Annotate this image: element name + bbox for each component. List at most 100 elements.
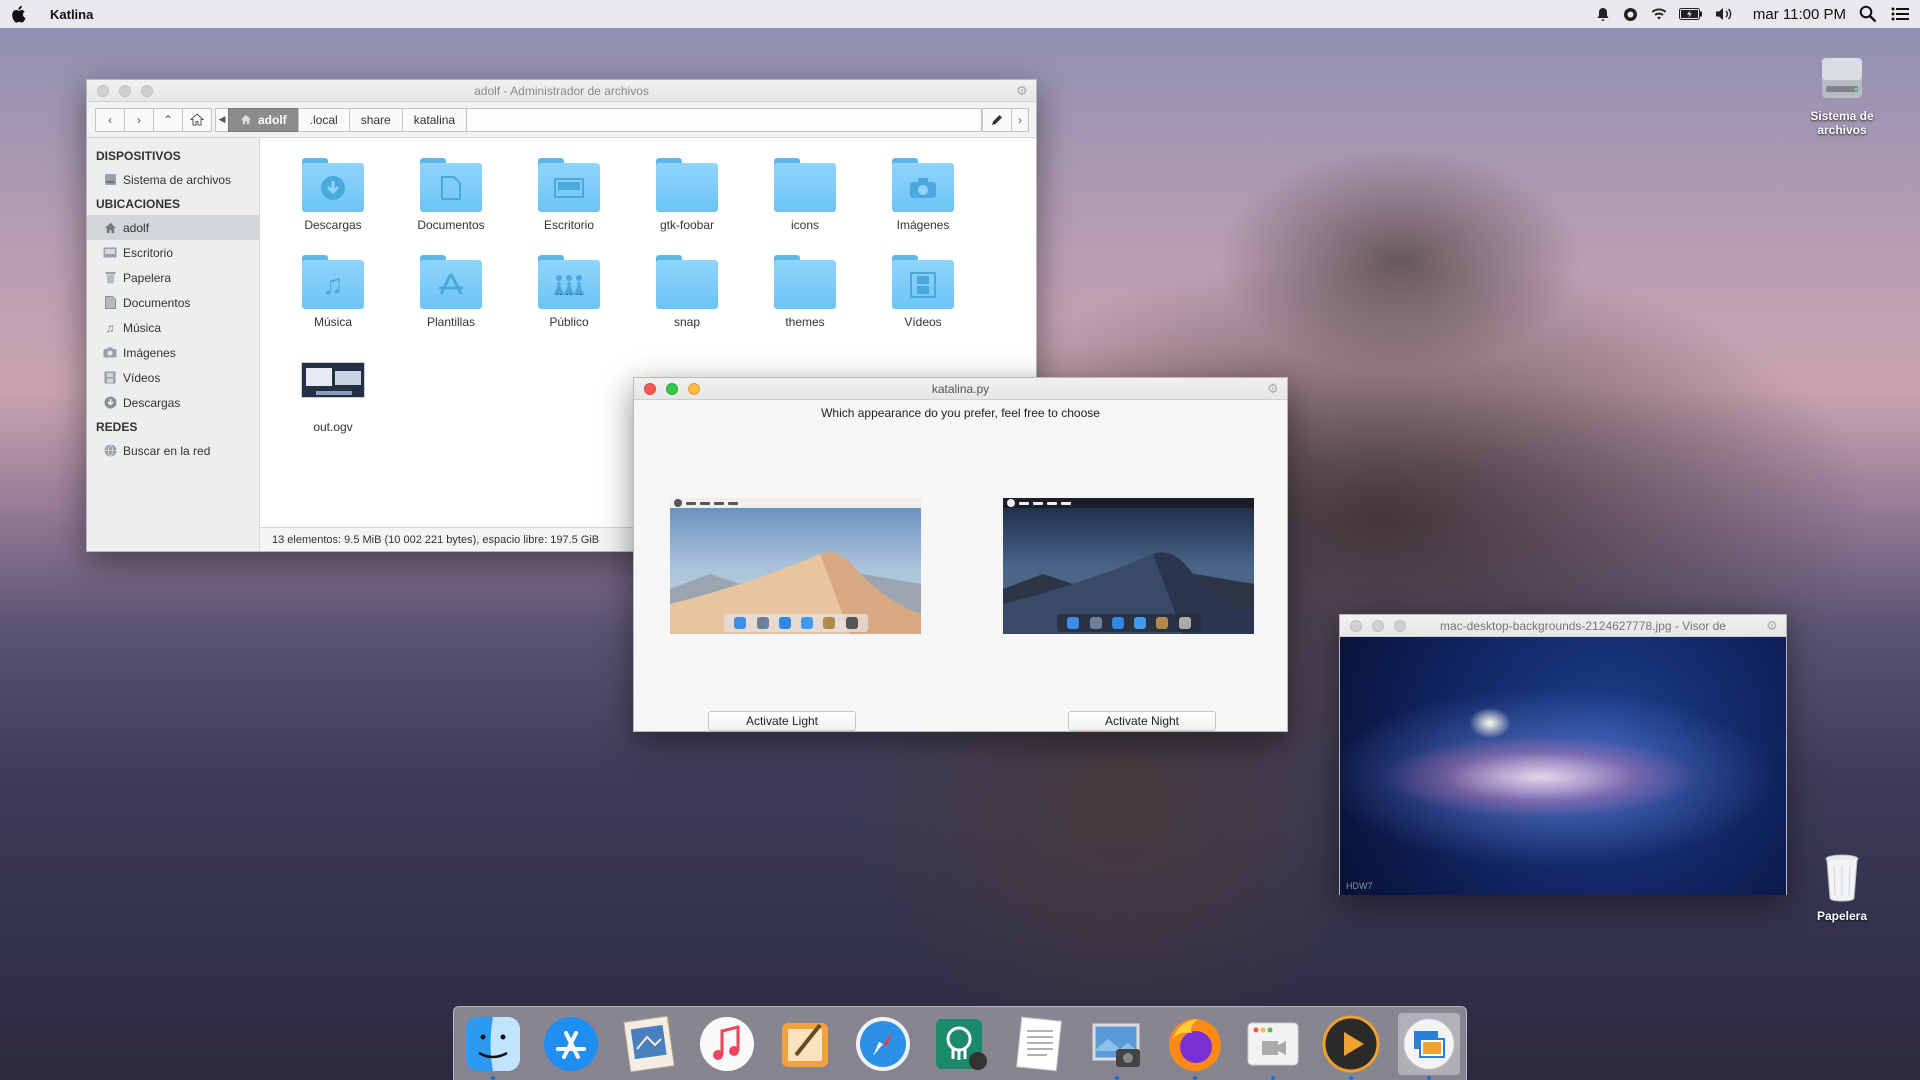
dock-image-viewer[interactable]: [1398, 1012, 1460, 1080]
home-button[interactable]: [182, 107, 212, 132]
file-item-documentos[interactable]: Documentos: [392, 154, 510, 251]
minimize-button[interactable]: [1372, 620, 1384, 632]
document-icon: [103, 296, 117, 310]
wifi-icon[interactable]: [1651, 6, 1667, 22]
file-item-gtk-foobar[interactable]: gtk-foobar: [628, 154, 746, 251]
file-item-escritorio[interactable]: Escritorio: [510, 154, 628, 251]
folder-icon: [892, 158, 954, 212]
file-item-videos[interactable]: Vídeos: [864, 251, 982, 348]
dock-image-capture[interactable]: [1086, 1013, 1148, 1080]
minimize-button[interactable]: [119, 85, 131, 97]
record-icon[interactable]: [1623, 6, 1639, 22]
breadcrumb-local[interactable]: .local: [297, 107, 350, 132]
list-icon[interactable]: [1890, 6, 1910, 22]
activate-light-button[interactable]: Activate Light: [708, 711, 856, 731]
sidebar-item-descargas[interactable]: Descargas: [87, 390, 259, 415]
sidebar-heading-locations: UBICACIONES: [96, 197, 181, 211]
sidebar: DISPOSITIVOS Sistema de archivos UBICACI…: [87, 138, 260, 551]
home-icon: [190, 113, 204, 126]
activate-night-button[interactable]: Activate Night: [1068, 711, 1216, 731]
gear-icon[interactable]: ⚙: [1016, 84, 1030, 98]
night-theme-preview[interactable]: [1003, 498, 1254, 634]
sidebar-item-adolf[interactable]: adolf: [87, 215, 259, 240]
app-name[interactable]: Katlina: [50, 7, 93, 22]
clock[interactable]: mar 11:00 PM: [1753, 6, 1846, 23]
light-theme-preview[interactable]: [670, 498, 921, 634]
dock-app-store[interactable]: [540, 1013, 602, 1075]
sidebar-item-videos[interactable]: Vídeos: [87, 365, 259, 390]
close-button[interactable]: [644, 383, 656, 395]
video-thumbnail: [301, 362, 365, 398]
breadcrumb-share[interactable]: share: [348, 107, 403, 132]
breadcrumb-adolf[interactable]: adolf: [228, 107, 299, 132]
close-button[interactable]: [1350, 620, 1362, 632]
back-button[interactable]: ‹: [95, 107, 125, 132]
sidebar-item-documentos[interactable]: Documentos: [87, 290, 259, 315]
trash-icon: [103, 271, 117, 285]
dock-finder[interactable]: [462, 1013, 524, 1080]
file-item-out-ogv[interactable]: out.ogv: [274, 348, 392, 445]
dock-mail[interactable]: [618, 1013, 680, 1075]
dock-pages[interactable]: [774, 1013, 836, 1075]
dock-music[interactable]: [696, 1013, 758, 1075]
sidebar-item-papelera[interactable]: Papelera: [87, 265, 259, 290]
chevron-right-icon: ›: [137, 112, 141, 127]
window-title: adolf - Administrador de archivos: [474, 83, 649, 98]
sidebar-item-label: Vídeos: [123, 370, 161, 385]
dock-textedit[interactable]: [1008, 1013, 1070, 1075]
dock-safari[interactable]: [852, 1013, 914, 1075]
maximize-button[interactable]: [141, 85, 153, 97]
sidebar-item-network[interactable]: Buscar en la red: [87, 438, 259, 463]
breadcrumb-scroll-right[interactable]: ›: [1011, 107, 1029, 132]
sidebar-item-filesystem[interactable]: Sistema de archivos: [87, 167, 259, 192]
file-item-publico[interactable]: Público: [510, 251, 628, 348]
desktop-icon-filesystem[interactable]: Sistema de archivos: [1797, 52, 1887, 137]
camera-icon: [910, 177, 936, 198]
breadcrumb-scroll-left[interactable]: ◀: [215, 107, 229, 132]
file-item-themes[interactable]: themes: [746, 251, 864, 348]
apple-icon[interactable]: [10, 5, 26, 23]
forward-button[interactable]: ›: [124, 107, 154, 132]
sidebar-item-escritorio[interactable]: Escritorio: [87, 240, 259, 265]
katalina-titlebar[interactable]: katalina.py ⚙: [634, 378, 1287, 400]
running-indicator: [1115, 1075, 1119, 1080]
minimize-button[interactable]: [688, 383, 700, 395]
file-item-icons[interactable]: icons: [746, 154, 864, 251]
breadcrumb-katalina[interactable]: katalina: [401, 107, 468, 132]
gear-icon[interactable]: ⚙: [1267, 382, 1281, 396]
volume-icon[interactable]: [1715, 6, 1735, 22]
dock-media-player[interactable]: [1320, 1013, 1382, 1080]
search-icon[interactable]: [1858, 5, 1878, 23]
menu-bar: Katlina mar 11:00 PM: [0, 0, 1920, 28]
sidebar-item-musica[interactable]: ♫ Música: [87, 315, 259, 340]
image-viewer-titlebar[interactable]: mac-desktop-backgrounds-2124627778.jpg -…: [1340, 615, 1786, 637]
preview-dock: [724, 614, 868, 632]
dock-gitkraken[interactable]: [930, 1013, 992, 1075]
maximize-button[interactable]: [1394, 620, 1406, 632]
file-item-plantillas[interactable]: Plantillas: [392, 251, 510, 348]
safari-icon: [856, 1016, 910, 1071]
file-item-descargas[interactable]: Descargas: [274, 154, 392, 251]
file-manager-titlebar[interactable]: adolf - Administrador de archivos ⚙: [87, 80, 1036, 102]
bell-icon[interactable]: [1595, 6, 1611, 22]
desktop-icon-trash[interactable]: Papelera: [1797, 852, 1887, 923]
sidebar-item-label: Música: [123, 320, 162, 335]
file-item-musica[interactable]: ♫ Música: [274, 251, 392, 348]
sidebar-item-label: Buscar en la red: [123, 443, 211, 458]
battery-icon[interactable]: [1678, 6, 1703, 22]
close-button[interactable]: [97, 85, 109, 97]
file-name: Plantillas: [426, 315, 476, 329]
hard-drive-icon: [1822, 58, 1862, 98]
edit-path-button[interactable]: [982, 107, 1012, 132]
dock-photo-booth[interactable]: [1242, 1013, 1304, 1080]
maximize-button[interactable]: [666, 383, 678, 395]
sidebar-item-imagenes[interactable]: Imágenes: [87, 340, 259, 365]
file-name: out.ogv: [313, 420, 353, 434]
galaxy-image[interactable]: HDW7: [1340, 637, 1786, 895]
parent-folder-button[interactable]: ⌃: [153, 107, 183, 132]
file-item-imagenes[interactable]: Imágenes: [864, 154, 982, 251]
file-item-snap[interactable]: snap: [628, 251, 746, 348]
gear-icon[interactable]: ⚙: [1766, 619, 1780, 633]
file-name: Escritorio: [543, 218, 594, 232]
dock-firefox[interactable]: [1164, 1013, 1226, 1080]
